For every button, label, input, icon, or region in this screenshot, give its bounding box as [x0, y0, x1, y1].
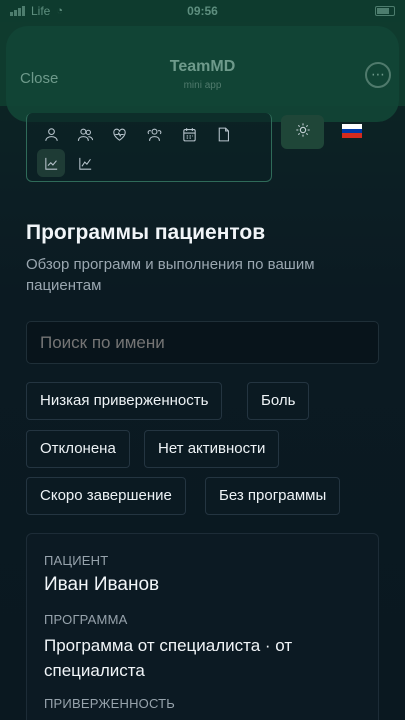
sun-icon: [295, 122, 311, 143]
filter-chip-no-program[interactable]: Без программы: [205, 477, 341, 515]
filter-chip-ending-soon[interactable]: Скоро завершение: [26, 477, 186, 515]
app-title: TeamMD: [169, 58, 236, 75]
filter-chip-declined[interactable]: Отклонена: [26, 430, 130, 468]
ellipsis-icon[interactable]: ⋯: [365, 62, 391, 88]
battery-icon: [375, 6, 395, 16]
status-bar: Life ◔ 09:56: [0, 0, 405, 22]
patient-label: ПАЦИЕНТ: [44, 553, 109, 568]
status-time: 09:56: [187, 4, 218, 18]
adherence-label: ПРИВЕРЖЕННОСТЬ: [44, 696, 176, 711]
filter-chip-low-adherence[interactable]: Низкая приверженность: [26, 382, 223, 420]
chart-trend-icon[interactable]: [71, 149, 99, 177]
search-input[interactable]: [26, 321, 379, 364]
wifi-icon: ◔: [56, 5, 64, 17]
program-label: ПРОГРАММА: [44, 612, 128, 627]
document-icon[interactable]: [209, 120, 237, 148]
page-title: Программы пациентов: [26, 221, 266, 244]
signal-icon: [10, 6, 25, 16]
carrier-label: Life: [31, 4, 51, 18]
app-subtitle: mini app: [183, 80, 222, 91]
theme-toggle-button[interactable]: [281, 115, 324, 149]
program-value: Программа от специалиста · от специалист…: [44, 636, 293, 680]
page-description: Обзор программ и выполнения по вашим пац…: [26, 256, 315, 294]
heart-pulse-icon[interactable]: [105, 120, 133, 148]
calendar-icon[interactable]: [175, 120, 203, 148]
group-icon[interactable]: [140, 120, 168, 148]
filter-chip-pain[interactable]: Боль: [247, 382, 310, 420]
users-icon[interactable]: [71, 120, 99, 148]
patient-name: Иван Иванов: [44, 574, 160, 595]
filter-chip-no-activity[interactable]: Нет активности: [144, 430, 280, 468]
patient-card[interactable]: ПАЦИЕНТ Иван Иванов ПРОГРАММА Программа …: [26, 533, 379, 720]
user-icon[interactable]: [37, 120, 65, 148]
chart-line-icon[interactable]: [37, 149, 65, 177]
language-flag-icon[interactable]: [342, 124, 362, 139]
